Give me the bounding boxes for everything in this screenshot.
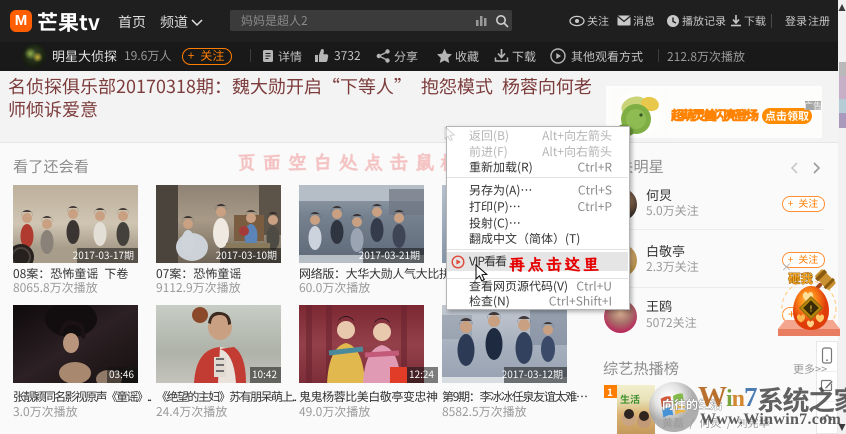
svg-text:!: ! bbox=[810, 305, 813, 314]
